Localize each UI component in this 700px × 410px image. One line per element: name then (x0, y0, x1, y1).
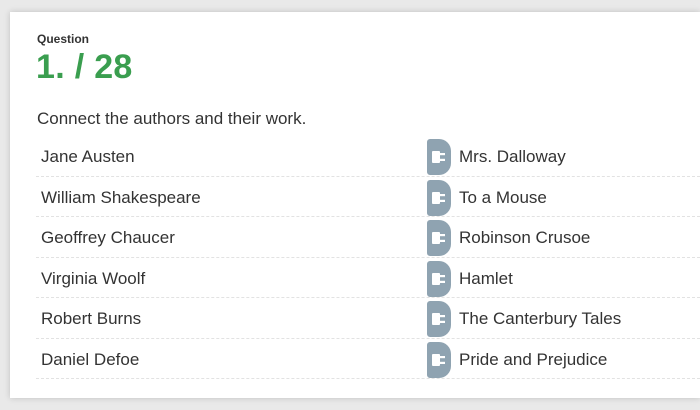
drag-handle[interactable] (427, 179, 451, 216)
drag-handle[interactable] (427, 341, 451, 378)
question-instruction: Connect the authors and their work. (37, 109, 307, 128)
plug-icon (432, 151, 445, 163)
work-label[interactable]: Hamlet (459, 269, 513, 289)
plug-icon (432, 353, 445, 366)
plug-icon (432, 232, 445, 244)
question-number: 1. / 28 (36, 48, 133, 86)
plug-icon (432, 313, 445, 325)
work-label[interactable]: Mrs. Dalloway (459, 147, 566, 167)
work-label[interactable]: Robinson Crusoe (459, 228, 590, 248)
plug-icon (432, 191, 445, 204)
matching-row: Jane Austen Mrs. Dalloway (36, 136, 700, 177)
author-label: Virginia Woolf (41, 268, 146, 288)
author-label: Jane Austen (41, 147, 135, 166)
work-label[interactable]: Pride and Prejudice (459, 350, 607, 370)
work-label[interactable]: To a Mouse (459, 188, 547, 208)
author-label: Robert Burns (41, 309, 142, 328)
author-label: William Shakespeare (41, 187, 201, 207)
matching-row: Geoffrey Chaucer Robinson Crusoe (36, 217, 700, 258)
matching-row: Robert Burns The Canterbury Tales (36, 298, 700, 339)
drag-handle[interactable] (427, 260, 451, 297)
question-label: Question (37, 32, 90, 46)
question-card: Question 1. / 28 Connect the authors and… (10, 12, 700, 398)
work-label[interactable]: The Canterbury Tales (459, 309, 621, 329)
plug-icon (432, 272, 445, 285)
drag-handle[interactable] (427, 220, 451, 256)
matching-row: Virginia Woolf Hamlet (36, 258, 700, 298)
drag-handle[interactable] (427, 301, 451, 337)
drag-handle[interactable] (427, 139, 451, 175)
author-label: Daniel Defoe (41, 349, 140, 369)
matching-row: Daniel Defoe Pride and Prejudice (36, 339, 700, 379)
author-label: Geoffrey Chaucer (41, 228, 175, 247)
matching-list: Jane Austen Mrs. Dalloway William Shakes… (36, 136, 700, 379)
matching-row: William Shakespeare To a Mouse (36, 177, 700, 217)
